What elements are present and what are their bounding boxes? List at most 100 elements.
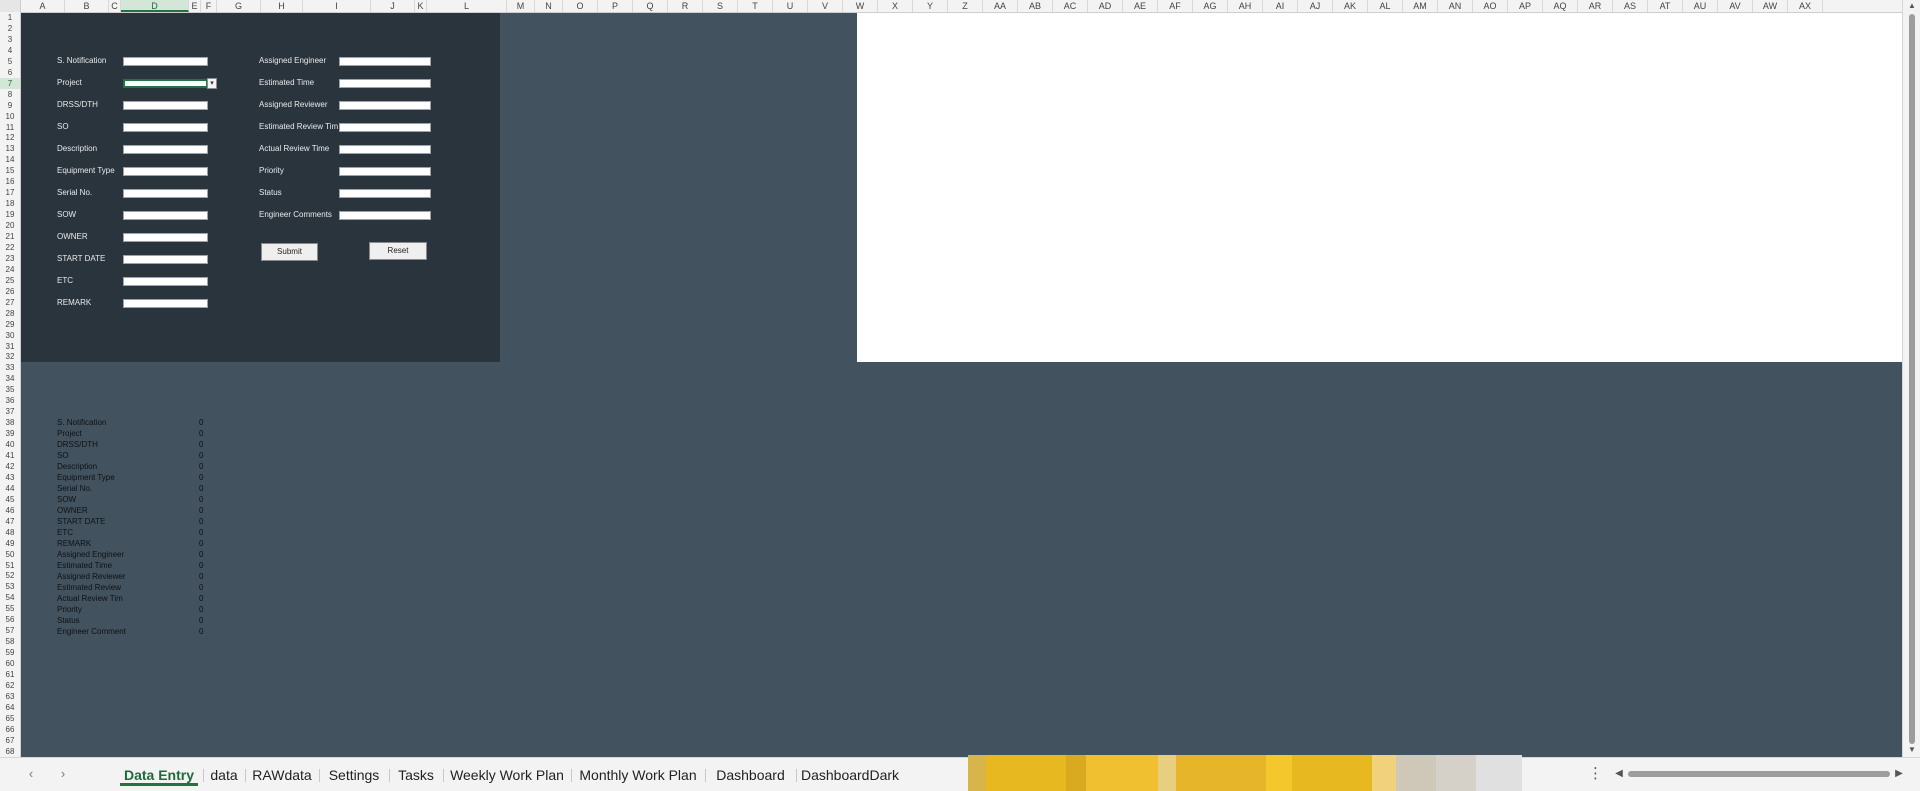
- row-header[interactable]: 5: [0, 56, 20, 67]
- row-header[interactable]: 40: [0, 439, 20, 450]
- row-header[interactable]: 66: [0, 724, 20, 735]
- row-header[interactable]: 12: [0, 132, 20, 143]
- column-header[interactable]: AP: [1508, 0, 1543, 12]
- row-header[interactable]: 35: [0, 384, 20, 395]
- row-header[interactable]: 26: [0, 286, 20, 297]
- form-input[interactable]: [123, 233, 208, 242]
- column-header[interactable]: B: [65, 0, 109, 12]
- column-header[interactable]: G: [217, 0, 261, 12]
- row-header[interactable]: 42: [0, 461, 20, 472]
- horizontal-scroll-thumb[interactable]: [1628, 771, 1890, 777]
- column-header[interactable]: AD: [1088, 0, 1123, 12]
- row-header[interactable]: 6: [0, 67, 20, 78]
- row-header[interactable]: 54: [0, 592, 20, 603]
- column-header[interactable]: Y: [913, 0, 948, 12]
- column-header[interactable]: AR: [1578, 0, 1613, 12]
- column-header[interactable]: AN: [1438, 0, 1473, 12]
- column-header[interactable]: AA: [983, 0, 1018, 12]
- row-header[interactable]: 53: [0, 581, 20, 592]
- form-input[interactable]: [339, 79, 431, 88]
- scroll-right-arrow-icon[interactable]: ▶: [1892, 765, 1906, 783]
- column-header[interactable]: S: [703, 0, 738, 12]
- sheet-tab[interactable]: Dashboard: [708, 764, 793, 786]
- form-input[interactable]: [339, 211, 431, 220]
- row-header[interactable]: 17: [0, 187, 20, 198]
- chevron-down-icon[interactable]: ▾: [207, 78, 217, 89]
- column-header[interactable]: AO: [1473, 0, 1508, 12]
- more-options-icon[interactable]: ⋮: [1588, 764, 1603, 784]
- row-header[interactable]: 24: [0, 264, 20, 275]
- form-input[interactable]: [339, 57, 431, 66]
- reset-button[interactable]: Reset: [369, 242, 427, 260]
- row-header[interactable]: 21: [0, 231, 20, 242]
- column-header[interactable]: AX: [1788, 0, 1823, 12]
- column-header[interactable]: M: [507, 0, 535, 12]
- column-header[interactable]: R: [668, 0, 703, 12]
- column-header[interactable]: T: [738, 0, 773, 12]
- form-input[interactable]: [123, 57, 208, 66]
- sheet-tab[interactable]: Tasks: [392, 764, 440, 786]
- column-header[interactable]: Q: [633, 0, 668, 12]
- row-header[interactable]: 62: [0, 680, 20, 691]
- row-header[interactable]: 43: [0, 472, 20, 483]
- row-header[interactable]: 68: [0, 746, 20, 757]
- row-header[interactable]: 19: [0, 209, 20, 220]
- row-header[interactable]: 18: [0, 198, 20, 209]
- row-header[interactable]: 37: [0, 406, 20, 417]
- form-input[interactable]: [123, 277, 208, 286]
- form-input[interactable]: [123, 145, 208, 154]
- column-header[interactable]: L: [427, 0, 507, 12]
- column-header[interactable]: AB: [1018, 0, 1053, 12]
- sheet-tab[interactable]: Data Entry: [118, 764, 200, 786]
- form-input[interactable]: [339, 145, 431, 154]
- column-header[interactable]: K: [415, 0, 427, 12]
- row-header[interactable]: 48: [0, 527, 20, 538]
- column-header[interactable]: AW: [1753, 0, 1788, 12]
- row-header[interactable]: 32: [0, 351, 20, 362]
- form-input[interactable]: [339, 101, 431, 110]
- row-header[interactable]: 2: [0, 23, 20, 34]
- scroll-left-arrow-icon[interactable]: ◀: [1612, 765, 1626, 783]
- form-input[interactable]: [123, 211, 208, 220]
- row-header[interactable]: 13: [0, 143, 20, 154]
- column-header[interactable]: H: [261, 0, 303, 12]
- column-header[interactable]: AU: [1683, 0, 1718, 12]
- form-input[interactable]: [123, 123, 208, 132]
- column-header[interactable]: X: [878, 0, 913, 12]
- row-header[interactable]: 38: [0, 417, 20, 428]
- row-header[interactable]: 22: [0, 242, 20, 253]
- row-header[interactable]: 63: [0, 691, 20, 702]
- sheet-tab[interactable]: Settings: [322, 764, 386, 786]
- column-header[interactable]: AV: [1718, 0, 1753, 12]
- column-header[interactable]: AS: [1613, 0, 1648, 12]
- row-header[interactable]: 16: [0, 176, 20, 187]
- select-all-corner[interactable]: [0, 0, 21, 12]
- row-header[interactable]: 36: [0, 395, 20, 406]
- row-header[interactable]: 8: [0, 89, 20, 100]
- vertical-scrollbar[interactable]: ▲ ▼: [1902, 0, 1920, 757]
- column-header[interactable]: J: [371, 0, 415, 12]
- scroll-up-arrow-icon[interactable]: ▲: [1903, 1, 1920, 10]
- row-header[interactable]: 65: [0, 713, 20, 724]
- row-header[interactable]: 9: [0, 100, 20, 111]
- row-header[interactable]: 52: [0, 570, 20, 581]
- column-header[interactable]: AH: [1228, 0, 1263, 12]
- form-input[interactable]: [123, 255, 208, 264]
- form-input[interactable]: [123, 189, 208, 198]
- row-header[interactable]: 39: [0, 428, 20, 439]
- worksheet-area[interactable]: S. Notification Project ▾ DRSS/DTH SO Descrip…: [21, 13, 1902, 757]
- column-header[interactable]: AE: [1123, 0, 1158, 12]
- row-header[interactable]: 33: [0, 362, 20, 373]
- form-input[interactable]: [339, 123, 431, 132]
- row-header[interactable]: 28: [0, 308, 20, 319]
- sheet-tab[interactable]: RAWdata: [248, 764, 316, 786]
- column-header[interactable]: I: [303, 0, 371, 12]
- column-header[interactable]: N: [535, 0, 563, 12]
- row-header[interactable]: 23: [0, 253, 20, 264]
- row-header[interactable]: 20: [0, 220, 20, 231]
- column-header[interactable]: C: [109, 0, 121, 12]
- sheet-tab[interactable]: DashboardDark: [799, 764, 901, 786]
- form-input[interactable]: [339, 167, 431, 176]
- form-input[interactable]: [123, 167, 208, 176]
- row-header[interactable]: 15: [0, 165, 20, 176]
